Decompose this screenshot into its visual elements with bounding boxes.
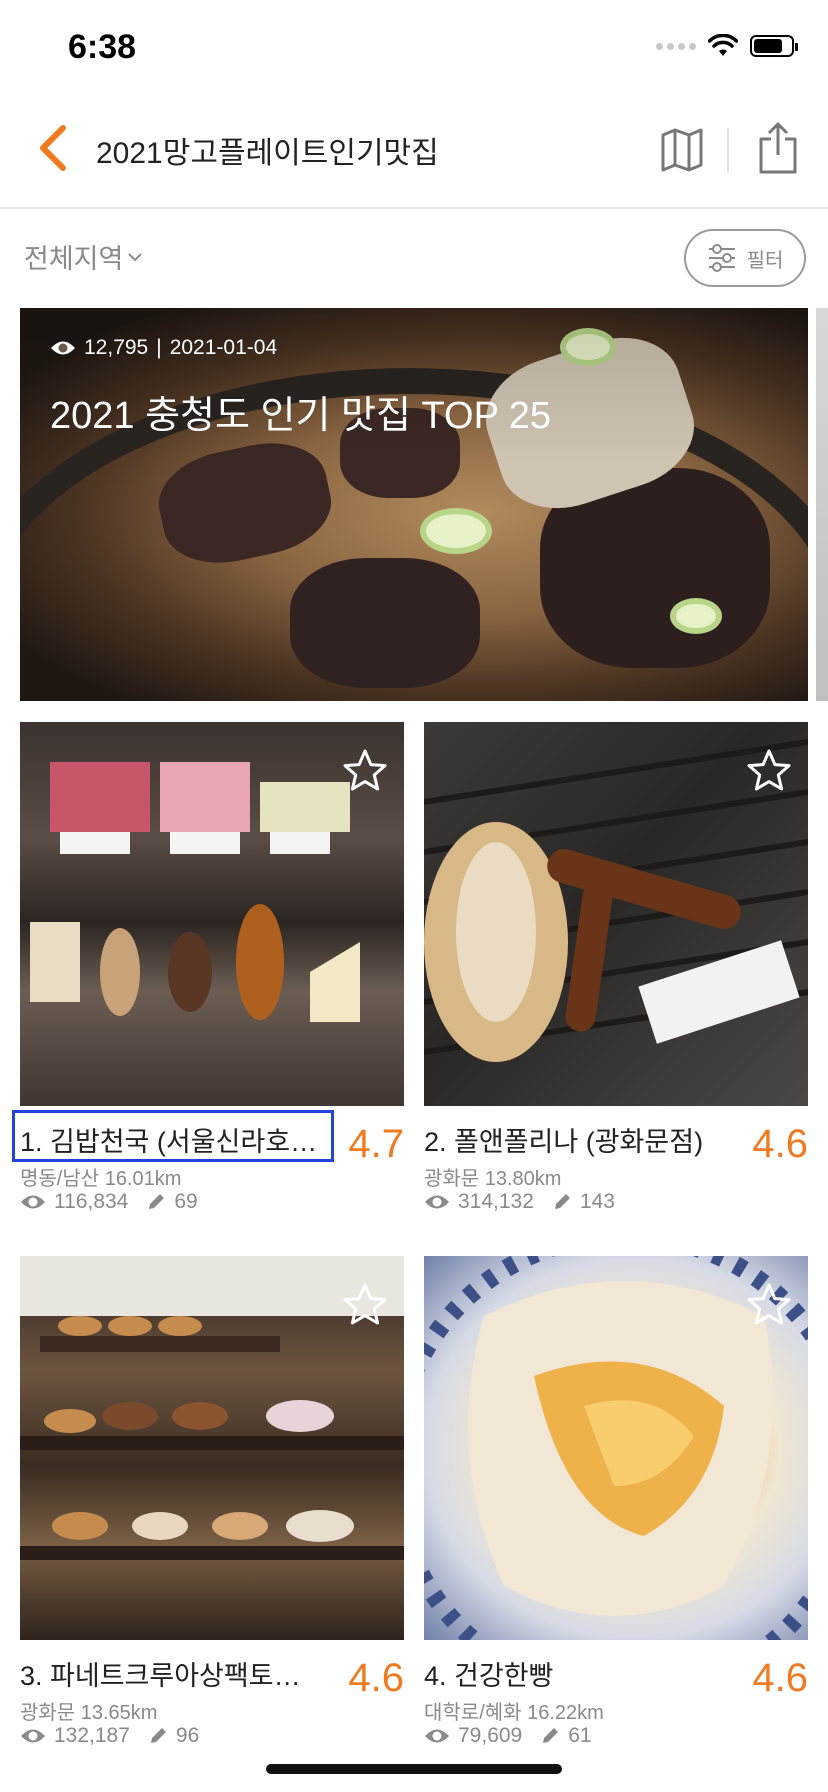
restaurant-name: 2. 폴앤폴리나 (광화문점) xyxy=(424,1127,704,1157)
restaurant-rating: 4.6 xyxy=(752,1122,808,1166)
eye-icon xyxy=(425,1195,449,1209)
restaurant-photo xyxy=(20,722,404,1106)
star-outline-icon[interactable] xyxy=(746,1282,792,1328)
banner-title: 2021 충청도 인기 맛집 TOP 25 xyxy=(50,395,552,437)
battery-icon xyxy=(750,35,798,57)
banner-date: 2021-01-04 xyxy=(169,336,278,359)
review-count: 69 xyxy=(174,1190,198,1213)
share-icon xyxy=(759,122,797,174)
restaurant-photo xyxy=(20,1256,404,1640)
region-label: 전체지역 xyxy=(24,244,124,274)
restaurant-rating: 4.7 xyxy=(348,1122,404,1166)
restaurant-stats: 132,187 96 xyxy=(20,1724,199,1748)
nav-divider xyxy=(727,128,729,172)
chevron-down-icon xyxy=(128,252,143,261)
featured-banner[interactable]: 12,795 | 2021-01-04 2021 충청도 인기 맛집 TOP 2… xyxy=(20,308,808,701)
filter-label: 필터 xyxy=(746,249,784,272)
pencil-icon xyxy=(543,1728,559,1743)
banner-separator: | xyxy=(156,336,162,359)
review-count: 61 xyxy=(568,1724,592,1747)
star-outline-icon[interactable] xyxy=(746,748,792,794)
restaurant-photo xyxy=(424,722,808,1106)
back-arrow-icon xyxy=(40,125,66,171)
region-dropdown[interactable]: 전체지역 xyxy=(24,237,143,276)
map-icon xyxy=(661,128,703,172)
restaurant-name: 4. 건강한빵 xyxy=(424,1661,554,1691)
share-button[interactable] xyxy=(750,114,806,182)
status-icons xyxy=(656,34,798,58)
wifi-icon xyxy=(708,34,738,56)
restaurant-name: 3. 파네트크루아상팩토… xyxy=(20,1661,301,1691)
next-banner-peek[interactable] xyxy=(816,308,828,701)
eye-icon xyxy=(21,1729,45,1743)
filter-button[interactable]: 필터 xyxy=(684,229,806,287)
filter-row: 전체지역 필터 xyxy=(0,209,828,305)
restaurant-rating: 4.6 xyxy=(752,1656,808,1700)
star-outline-icon[interactable] xyxy=(342,1282,388,1328)
restaurant-rating: 4.6 xyxy=(348,1656,404,1700)
selection-highlight xyxy=(12,1110,334,1162)
back-button[interactable] xyxy=(22,118,82,178)
signal-icon xyxy=(656,42,696,50)
status-time: 6:38 xyxy=(68,28,137,66)
restaurant-stats: 116,834 69 xyxy=(20,1190,198,1214)
filter-sliders-icon xyxy=(708,244,735,272)
eye-icon xyxy=(51,341,75,355)
restaurant-location: 대학로/혜화 16.22km xyxy=(424,1702,604,1724)
view-count: 132,187 xyxy=(54,1724,130,1747)
restaurant-stats: 79,609 61 xyxy=(424,1724,592,1748)
restaurant-card[interactable]: 4. 건강한빵 4.6 대학로/혜화 16.22km 79,609 61 xyxy=(424,1256,808,1747)
nav-bar: 2021망고플레이트인기맛집 xyxy=(0,100,828,209)
eye-icon xyxy=(425,1729,449,1743)
map-button[interactable] xyxy=(652,118,712,182)
page-title: 2021망고플레이트인기맛집 xyxy=(96,137,439,170)
review-count: 96 xyxy=(175,1724,200,1747)
star-outline-icon[interactable] xyxy=(342,748,388,794)
restaurant-photo xyxy=(424,1256,808,1640)
review-count: 143 xyxy=(579,1190,615,1213)
restaurant-stats: 314,132 143 xyxy=(424,1190,615,1214)
banner-views: 12,795 xyxy=(84,336,149,359)
view-count: 116,834 xyxy=(54,1190,129,1213)
pencil-icon xyxy=(149,1194,165,1209)
view-count: 314,132 xyxy=(458,1190,534,1213)
eye-icon xyxy=(21,1195,45,1209)
restaurant-card[interactable]: 2. 폴앤폴리나 (광화문점) 4.6 광화문 13.80km 314,132 … xyxy=(424,722,808,1213)
pencil-icon xyxy=(150,1728,166,1743)
status-bar: 6:38 xyxy=(0,0,828,100)
restaurant-location: 광화문 13.80km xyxy=(424,1168,562,1190)
restaurant-location: 광화문 13.65km xyxy=(20,1702,158,1724)
view-count: 79,609 xyxy=(458,1724,523,1747)
banner-meta: 12,795 | 2021-01-04 xyxy=(50,336,277,360)
restaurant-card[interactable]: 3. 파네트크루아상팩토… 4.6 광화문 13.65km 132,187 96 xyxy=(20,1256,404,1747)
restaurant-location: 명동/남산 16.01km xyxy=(20,1168,182,1190)
home-indicator[interactable] xyxy=(266,1764,562,1774)
pencil-icon xyxy=(554,1194,570,1209)
restaurant-card[interactable]: 1. 김밥천국 (서울신라호… 4.7 명동/남산 16.01km 116,83… xyxy=(20,722,404,1213)
